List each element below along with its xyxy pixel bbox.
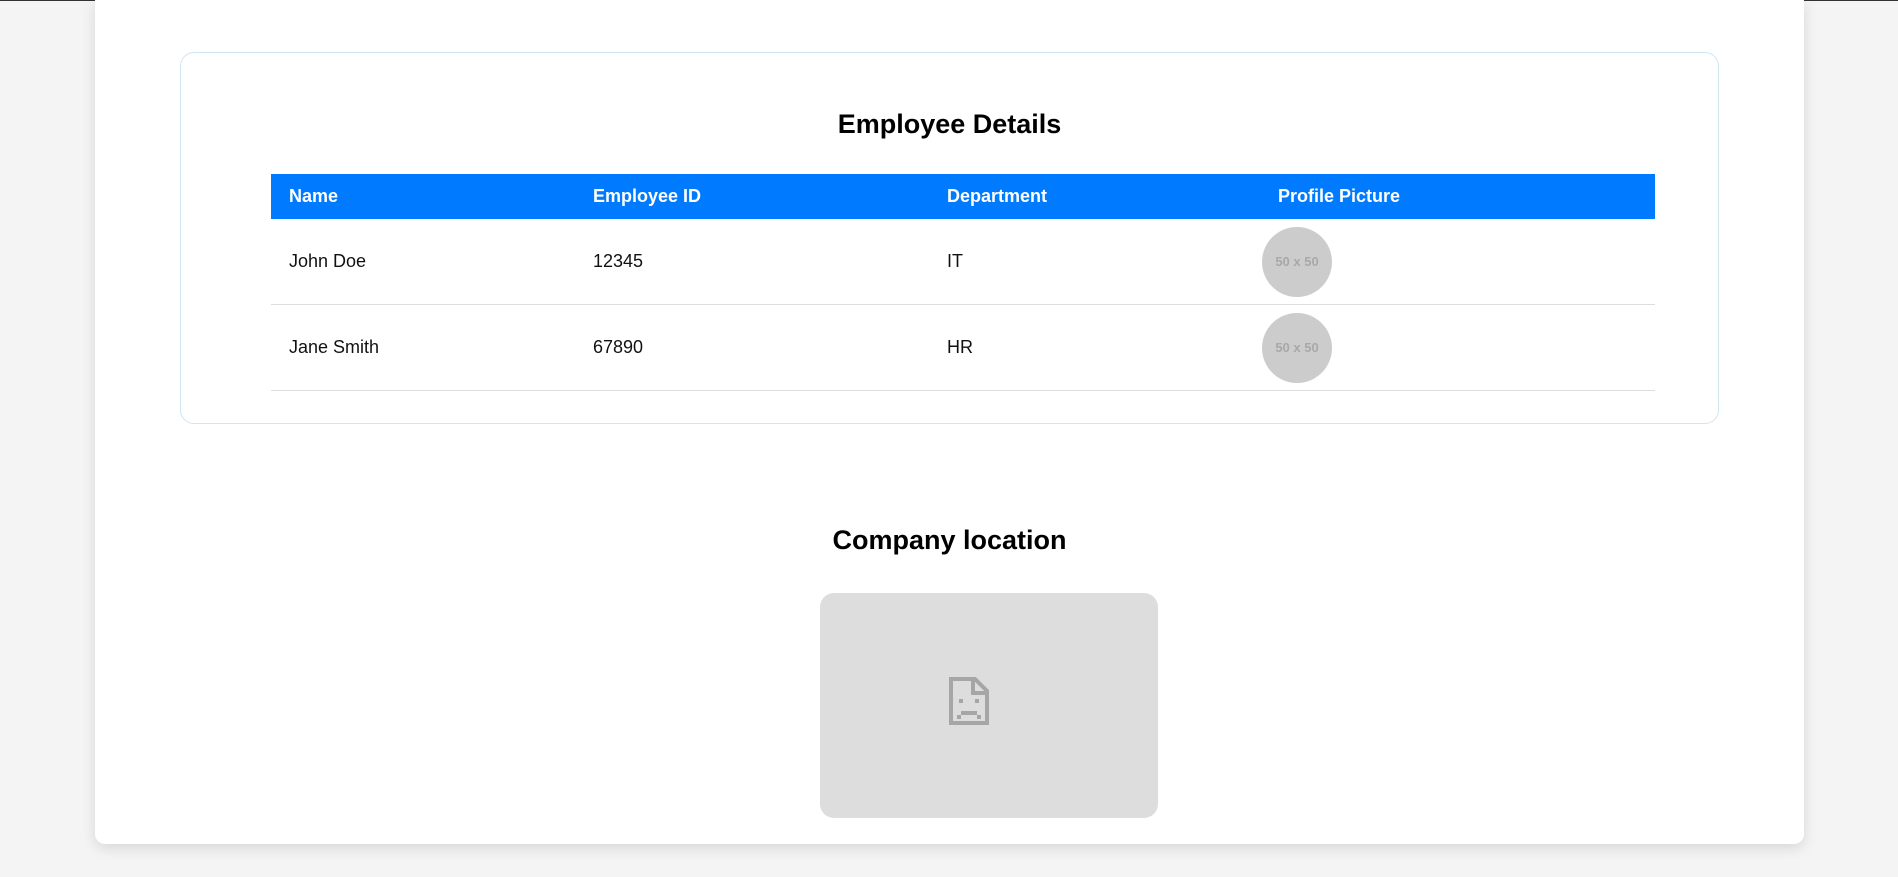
company-location-title: Company location xyxy=(832,525,1067,555)
cell-name: Jane Smith xyxy=(271,304,575,391)
table-header-row: Name Employee ID Department Profile Pict… xyxy=(271,174,1655,219)
cell-department: IT xyxy=(929,219,1260,305)
employee-details-card: Employee Details Name Employee ID Depart… xyxy=(180,52,1719,424)
company-location-map xyxy=(820,593,1158,818)
column-header-profile-picture: Profile Picture xyxy=(1278,186,1401,206)
cell-department: HR xyxy=(929,304,1260,391)
cell-profile-picture: 50 x 50 xyxy=(1260,219,1655,305)
broken-image-icon xyxy=(949,676,989,725)
table-row: Jane Smith 67890 HR 50 x 50 xyxy=(271,304,1655,391)
cell-employee-id: 67890 xyxy=(575,304,929,391)
employee-table: Name Employee ID Department Profile Pict… xyxy=(271,174,1655,391)
employee-details-title: Employee Details xyxy=(837,109,1062,139)
table-row: John Doe 12345 IT 50 x 50 xyxy=(271,219,1655,305)
avatar: 50 x 50 xyxy=(1262,226,1332,297)
cell-profile-picture: 50 x 50 xyxy=(1260,304,1655,391)
avatar: 50 x 50 xyxy=(1262,312,1332,383)
cell-employee-id: 12345 xyxy=(575,219,929,305)
column-header-department: Department xyxy=(947,186,1048,206)
column-header-employee-id: Employee ID xyxy=(593,186,702,206)
cell-name: John Doe xyxy=(271,219,575,305)
column-header-name: Name xyxy=(289,186,339,206)
main-container: Employee Details Name Employee ID Depart… xyxy=(95,0,1804,844)
